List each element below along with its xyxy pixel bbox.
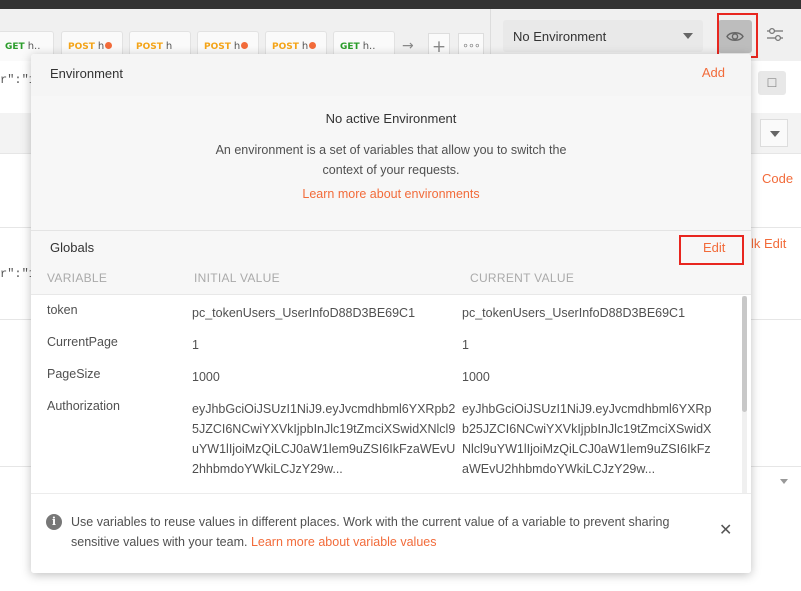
- highlight-box: [717, 13, 758, 58]
- tab-method: POST: [68, 42, 95, 52]
- arrow-right-icon[interactable]: →: [402, 38, 414, 54]
- variable-name: PageSize: [47, 367, 101, 381]
- info-icon: i: [46, 514, 62, 530]
- globals-section-header: Globals Edit VARIABLE INITIAL VALUE CURR…: [31, 230, 751, 294]
- close-icon[interactable]: ✕: [719, 520, 732, 540]
- variables-info-banner: i Use variables to reuse values in diffe…: [31, 493, 751, 573]
- learn-environments-link[interactable]: Learn more about environments: [31, 187, 751, 201]
- chevron-down-icon: [683, 33, 693, 39]
- variable-initial-value: 1000: [192, 370, 220, 384]
- environment-select-value: No Environment: [513, 29, 607, 44]
- environment-select[interactable]: No Environment: [503, 20, 703, 52]
- learn-variable-values-link[interactable]: Learn more about variable values: [251, 535, 437, 549]
- code-link[interactable]: Code: [762, 171, 793, 186]
- unsaved-dot-icon: [105, 42, 113, 49]
- background-dropdown[interactable]: [760, 119, 788, 147]
- variable-name: CurrentPage: [47, 335, 118, 349]
- unsaved-dot-icon: [241, 42, 249, 49]
- column-header-current-value: CURRENT VALUE: [470, 271, 575, 285]
- chevron-down-icon[interactable]: [780, 479, 788, 484]
- variable-name: token: [47, 303, 78, 317]
- highlight-box: [679, 235, 744, 265]
- unsaved-dot-icon: [309, 42, 317, 49]
- manage-environments-icon[interactable]: [766, 27, 784, 47]
- column-header-initial-value: INITIAL VALUE: [194, 271, 280, 285]
- tab-name: h..: [362, 41, 376, 52]
- environment-quick-look-popover: Environment Add No active Environment An…: [31, 54, 751, 573]
- tab-method: POST: [204, 42, 231, 52]
- no-environment-heading: No active Environment: [325, 111, 457, 126]
- tab-name: h: [165, 41, 173, 52]
- variable-initial-value: pc_tokenUsers_UserInfoD88D3BE69C1: [192, 306, 416, 320]
- comment-icon[interactable]: ☐: [758, 71, 786, 95]
- variable-current-value: 1000: [462, 370, 490, 384]
- tab-name: h: [301, 41, 309, 52]
- scrollbar-thumb[interactable]: [742, 296, 747, 412]
- variable-name: Authorization: [47, 399, 120, 413]
- variable-current-value: pc_tokenUsers_UserInfoD88D3BE69C1: [462, 306, 686, 320]
- globals-variable-list: token pc_tokenUsers_UserInfoD88D3BE69C1 …: [31, 294, 751, 493]
- variable-current-value: eyJhbGciOiJSUzI1NiJ9.eyJvcmdhbml6YXRpb25…: [462, 402, 712, 476]
- bulk-edit-link[interactable]: lk Edit: [751, 236, 786, 251]
- tab-name: h..: [27, 41, 41, 52]
- chevron-down-icon: [770, 131, 780, 137]
- column-header-variable: VARIABLE: [47, 271, 108, 285]
- variable-current-value: 1: [462, 338, 469, 352]
- environment-section-header: Environment Add: [31, 54, 751, 96]
- environment-title: Environment: [50, 66, 123, 81]
- add-environment-link[interactable]: Add: [702, 65, 725, 80]
- no-environment-panel: No active Environment An environment is …: [31, 96, 751, 230]
- variable-initial-value: eyJhbGciOiJSUzI1NiJ9.eyJvcmdhbml6YXRpb25…: [192, 402, 456, 476]
- no-environment-description: An environment is a set of variables tha…: [215, 143, 567, 177]
- tab-method: GET: [340, 42, 360, 52]
- variable-list-scrollbar[interactable]: [742, 296, 747, 493]
- tab-method: POST: [136, 42, 163, 52]
- variable-initial-value: 1: [192, 338, 199, 352]
- tab-method: GET: [5, 42, 25, 52]
- tab-method: POST: [272, 42, 299, 52]
- info-message: Use variables to reuse values in differe…: [71, 512, 711, 552]
- tab-name: h: [97, 41, 105, 52]
- tab-name: h: [233, 41, 241, 52]
- window-top-bar: [0, 0, 801, 9]
- globals-title: Globals: [50, 240, 95, 255]
